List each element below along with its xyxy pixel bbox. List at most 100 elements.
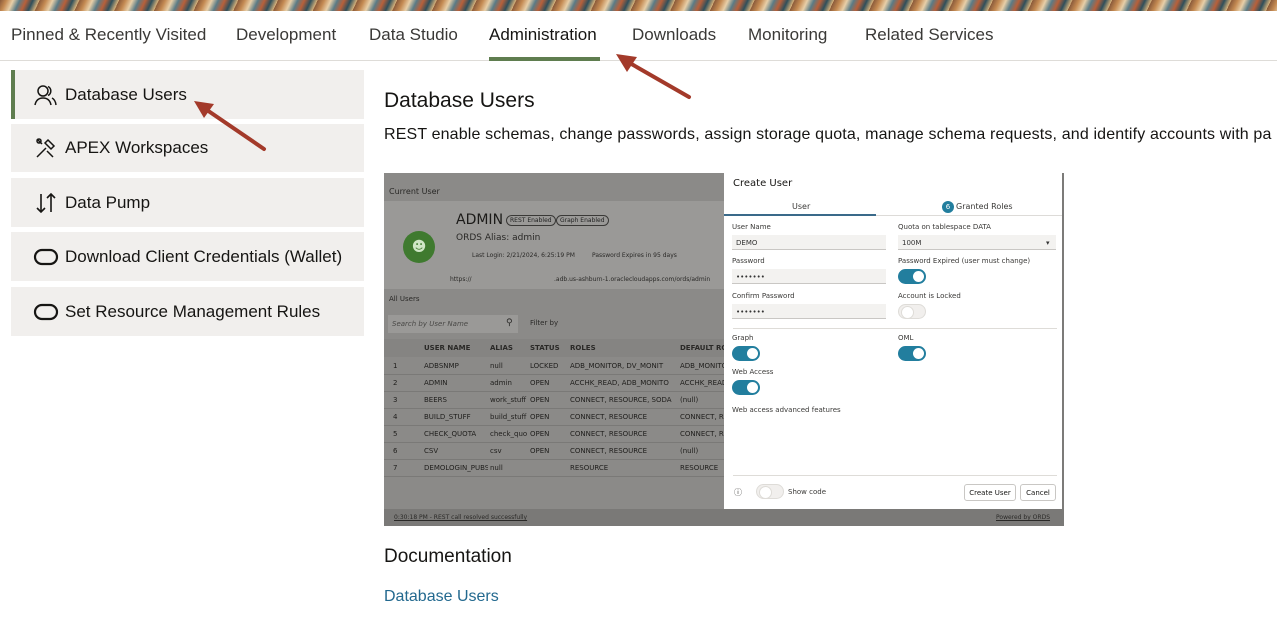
table-cell: ADBSNMP	[424, 362, 459, 370]
table-cell: CONNECT, RESOURCE	[570, 447, 648, 455]
show-code-label: Show code	[788, 488, 826, 496]
confirm-password-field: •••••••	[732, 304, 886, 319]
dialog-tab-granted-roles: Granted Roles	[956, 202, 1013, 211]
table-cell: build_stuff	[490, 413, 527, 421]
admin-name: ADMIN	[456, 212, 504, 228]
sidebar-item-data-pump[interactable]: Data Pump	[11, 178, 364, 227]
table-cell: OPEN	[530, 413, 550, 421]
table-cell: 6	[393, 447, 398, 455]
all-users-label: All Users	[389, 295, 420, 303]
last-login: Last Login: 2/21/2024, 6:25:19 PM	[472, 252, 575, 259]
tab-development[interactable]: Development	[236, 25, 336, 45]
database-users-screenshot: Current User ☻ ADMIN REST Enabled Graph …	[384, 173, 1064, 526]
sidebar-item-label: Database Users	[65, 84, 187, 104]
table-cell: LOCKED	[530, 362, 559, 370]
table-row: 3 BEERS work_stuff OPEN CONNECT, RESOURCE, S…	[384, 392, 724, 409]
tab-monitoring[interactable]: Monitoring	[748, 25, 827, 45]
table-cell: 1	[393, 362, 398, 370]
roles-count-badge: 6	[942, 201, 954, 213]
table-cell: ACCHK_READ, ADB_MONITO	[570, 379, 669, 387]
table-cell: 3	[393, 396, 398, 404]
table-cell: OPEN	[530, 447, 550, 455]
password-expired-label: Password Expired (user must change)	[898, 257, 1031, 265]
table-cell: BEERS	[424, 396, 447, 404]
web-access-toggle	[732, 380, 760, 395]
web-access-advanced-toggle: Web access advanced features	[732, 406, 841, 414]
documentation-link-database-users[interactable]: Database Users	[384, 588, 499, 606]
url-left: https://	[450, 276, 472, 283]
table-cell: 2	[393, 379, 398, 387]
show-code-toggle	[756, 484, 784, 499]
dialog-divider	[733, 328, 1057, 329]
users-icon	[33, 82, 59, 108]
table-cell: CONNECT, RESOURCE, SODA	[570, 396, 672, 404]
user-search-input: Search by User Name ⚲	[388, 315, 518, 333]
table-row: 5 CHECK_QUOTA check_quo OPEN CONNECT, RESOUR…	[384, 426, 724, 443]
table-cell: 7	[393, 464, 398, 472]
current-user-label: Current User	[389, 187, 440, 196]
dialog-footer-divider	[733, 475, 1057, 476]
table-row: 4 BUILD_STUFF build_stuff OPEN CONNECT, RESO…	[384, 409, 724, 426]
active-tab-indicator	[489, 57, 600, 61]
table-cell: CONNECT, RESOU	[680, 430, 724, 438]
table-cell: ADMIN	[424, 379, 448, 387]
table-cell: CONNECT, RESOURCE	[570, 413, 648, 421]
username-label: User Name	[732, 223, 771, 231]
sidebar-item-label: Data Pump	[65, 192, 151, 212]
filter-by-button: Filter by	[530, 319, 559, 327]
up-down-arrows-icon	[33, 190, 59, 216]
table-cell: work_stuff	[490, 396, 527, 404]
confirm-password-label: Confirm Password	[732, 292, 795, 300]
account-locked-toggle	[898, 304, 926, 319]
cancel-button: Cancel	[1020, 484, 1056, 501]
table-cell: CHECK_QUOTA	[424, 430, 477, 438]
table-cell: null	[490, 464, 503, 472]
table-cell: check_quo	[490, 430, 528, 438]
table-cell: ACCHK_READ, AD	[680, 379, 724, 387]
table-row: 7 DEMOLOGIN_PUBS null RESOURCE RESOURCE	[384, 460, 724, 477]
create-user-dialog: Create User User 6 Granted Roles User Na…	[724, 173, 1062, 509]
sidebar-item-label: APEX Workspaces	[65, 138, 209, 157]
oml-label: OML	[898, 334, 914, 342]
table-cell: 5	[393, 430, 398, 438]
tab-related-services[interactable]: Related Services	[865, 25, 994, 45]
tab-administration[interactable]: Administration	[489, 25, 597, 45]
users-table-header: USER NAME ALIAS STATUS ROLES DEFAULT ROL…	[384, 339, 742, 357]
table-cell: ADB_MONITOR, D	[680, 362, 724, 370]
oml-toggle	[898, 346, 926, 361]
oval-icon	[33, 299, 59, 325]
url-right: .adb.us-ashburn-1.oraclecloudapps.com/or…	[554, 276, 711, 283]
ords-alias: ORDS Alias: admin	[456, 233, 541, 243]
screenshot-footer: 0:30:18 PM - REST call resolved successf…	[384, 509, 1064, 526]
page-description: REST enable schemas, change passwords, a…	[384, 126, 1272, 143]
sidebar-item-label: Set Resource Management Rules	[65, 301, 321, 321]
password-expires: Password Expires in 95 days	[592, 252, 677, 259]
quota-label: Quota on tablespace DATA	[898, 223, 991, 231]
sidebar-item-set-resource-management-rules[interactable]: Set Resource Management Rules	[11, 287, 364, 336]
table-cell: CONNECT, RESOU	[680, 413, 724, 421]
tab-pinned-recently-visited[interactable]: Pinned & Recently Visited	[11, 25, 206, 45]
table-row: 6 CSV csv OPEN CONNECT, RESOURCE (null)	[384, 443, 724, 460]
table-row: 1 ADBSNMP null LOCKED ADB_MONITOR, DV_MONIT A…	[384, 358, 724, 375]
account-locked-label: Account is Locked	[898, 292, 961, 300]
dialog-tab-user: User	[792, 202, 811, 211]
table-cell: 4	[393, 413, 398, 421]
help-icon: ⓘ	[734, 488, 742, 497]
tab-downloads[interactable]: Downloads	[632, 25, 716, 45]
chevron-down-icon: ▾	[1046, 239, 1050, 247]
table-cell: null	[490, 362, 503, 370]
create-user-button: Create User	[964, 484, 1016, 501]
page-title: Database Users	[384, 89, 535, 112]
graph-enabled-badge: Graph Enabled	[556, 215, 609, 226]
tab-data-studio[interactable]: Data Studio	[369, 25, 458, 45]
graph-toggle	[732, 346, 760, 361]
table-cell: OPEN	[530, 379, 550, 387]
table-cell: CSV	[424, 447, 439, 455]
password-expired-toggle	[898, 269, 926, 284]
documentation-heading: Documentation	[384, 546, 512, 567]
sidebar-item-download-client-credentials[interactable]: Download Client Credentials (Wallet)	[11, 232, 364, 281]
arrow-to-administration-tab	[616, 54, 691, 99]
oval-icon	[33, 244, 59, 270]
graph-label: Graph	[732, 334, 754, 342]
table-cell: BUILD_STUFF	[424, 413, 471, 421]
